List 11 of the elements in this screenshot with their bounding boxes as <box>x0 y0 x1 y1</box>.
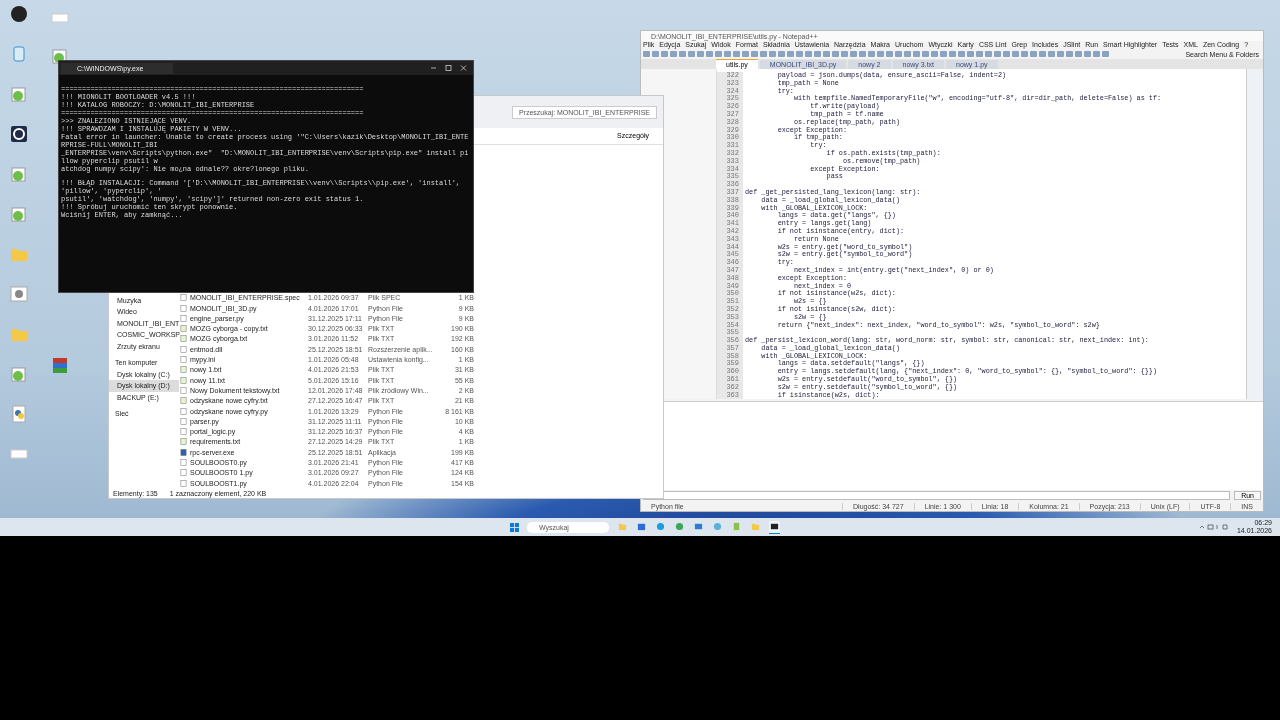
notepad-file-icon <box>180 438 187 446</box>
desktop-python-icon[interactable] <box>9 404 29 424</box>
desktop-winrar-icon[interactable] <box>50 356 70 376</box>
notepad-file-icon <box>180 397 187 405</box>
app-file-icon <box>180 448 187 456</box>
start-icon[interactable] <box>510 522 519 532</box>
system-tray-icon[interactable] <box>1198 523 1229 531</box>
document-icon <box>180 386 187 394</box>
taskbar-terminal-icon[interactable] <box>769 520 780 534</box>
command-field[interactable] <box>643 491 1231 500</box>
window-controls-icon[interactable] <box>429 64 469 72</box>
